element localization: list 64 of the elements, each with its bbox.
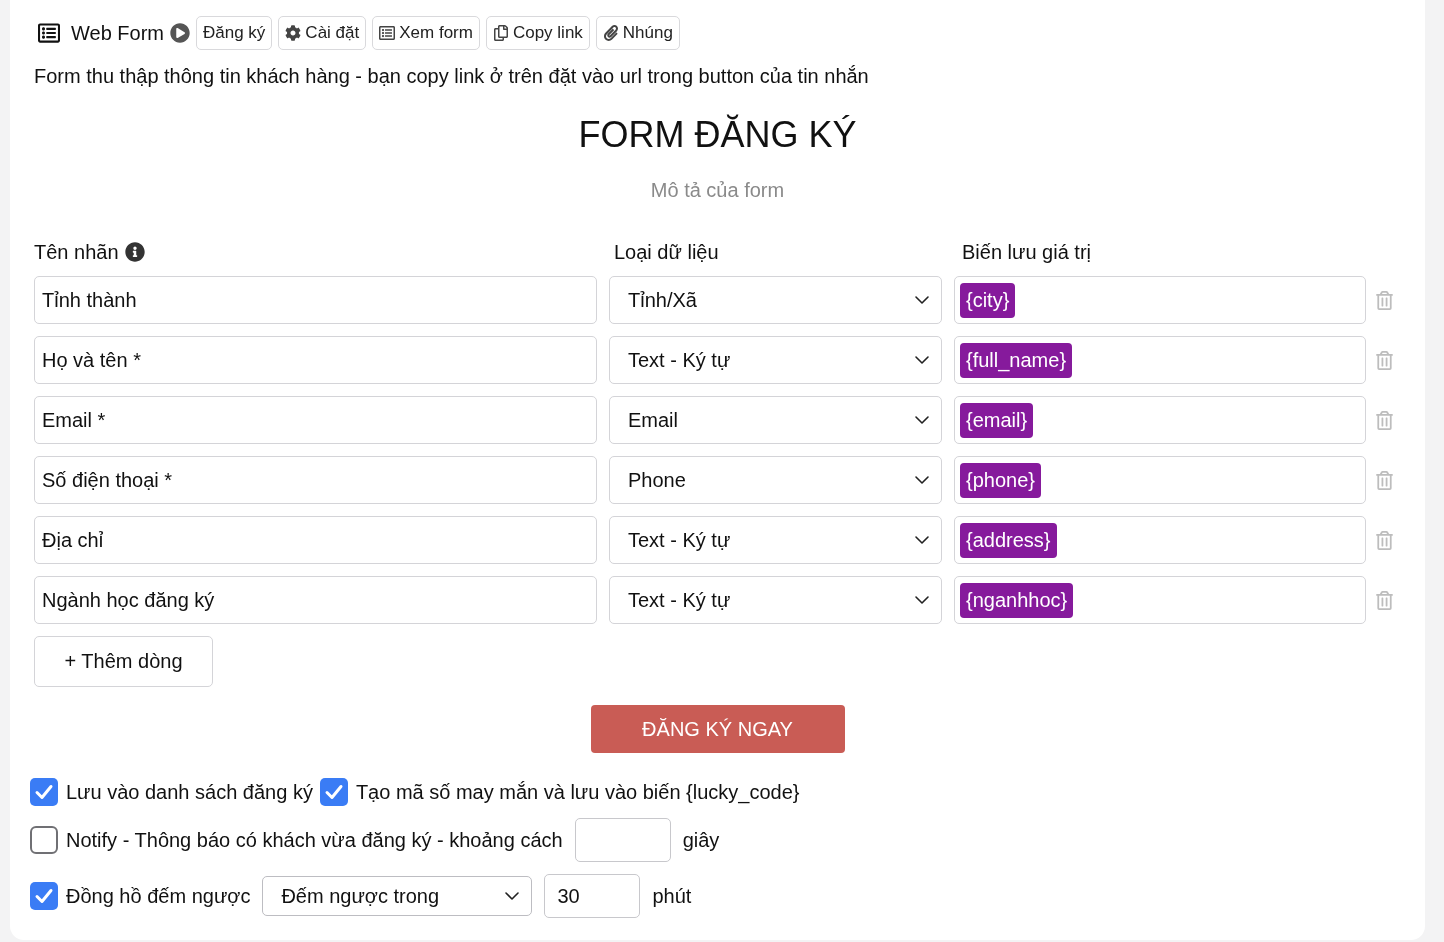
type-select[interactable]: Tỉnh/Xã: [609, 276, 942, 324]
toolbar-button[interactable]: Copy link: [485, 16, 590, 50]
countdown-select[interactable]: Đếm ngược trong: [262, 876, 533, 916]
variable-tag: {phone}: [960, 462, 1041, 498]
checkbox-label[interactable]: Lưu vào danh sách đăng ký: [66, 780, 313, 804]
label-input[interactable]: Họ và tên *: [34, 336, 597, 384]
variable-tag: {nganhhoc}: [960, 582, 1074, 618]
toolbar-button[interactable]: Đăng ký: [196, 16, 273, 50]
form-subtitle: Mô tả của form: [649, 178, 786, 202]
variable-field[interactable]: {city}: [954, 276, 1366, 324]
toolbar-button[interactable]: Xem form: [372, 16, 480, 50]
play-icon[interactable]: [170, 23, 190, 43]
type-select[interactable]: Email: [609, 396, 942, 444]
column-header: Tên nhãn: [34, 240, 119, 264]
toolbar-button[interactable]: Cài đặt: [278, 16, 367, 50]
form-description: Form thu thập thông tin khách hàng - bạn copy link ở trên đặt vào url trong button của tin nhắn: [34, 64, 870, 88]
register-button[interactable]: ĐĂNG KÝ NGAY: [590, 705, 845, 753]
checkbox[interactable]: [319, 778, 348, 806]
variable-field[interactable]: {phone}: [954, 456, 1366, 504]
copy-icon: [492, 25, 509, 41]
type-select[interactable]: Text - Ký tự: [609, 576, 942, 624]
label-input[interactable]: Số điện thoại *: [34, 456, 597, 504]
type-select[interactable]: Text - Ký tự: [609, 336, 942, 384]
trash-icon[interactable]: [1375, 470, 1394, 490]
label-input[interactable]: Ngành học đăng ký: [34, 576, 597, 624]
label-input[interactable]: Email *: [34, 396, 597, 444]
type-select[interactable]: Phone: [609, 456, 942, 504]
add-row-button[interactable]: + Thêm dòng: [34, 636, 213, 687]
unit-label: phút: [652, 884, 692, 908]
number-input[interactable]: [574, 818, 671, 862]
variable-field[interactable]: {address}: [954, 516, 1366, 564]
trash-icon[interactable]: [1375, 590, 1394, 610]
trash-icon[interactable]: [1375, 350, 1394, 370]
variable-tag: {address}: [960, 522, 1057, 558]
column-header: Loại dữ liệu: [614, 240, 719, 264]
gear-icon: [285, 25, 302, 41]
trash-icon[interactable]: [1375, 530, 1394, 550]
info-icon[interactable]: [124, 242, 145, 262]
checkbox[interactable]: [30, 882, 58, 910]
trash-icon[interactable]: [1375, 290, 1394, 310]
paperclip-icon: [602, 25, 619, 41]
type-select[interactable]: Text - Ký tự: [609, 516, 942, 564]
column-header: Biến lưu giá trị: [962, 240, 1091, 264]
toolbar-button[interactable]: Nhúng: [595, 16, 680, 50]
variable-tag: {city}: [960, 282, 1016, 318]
form-title: FORM ĐĂNG KÝ: [577, 113, 858, 157]
label-input[interactable]: Tỉnh thành: [34, 276, 597, 324]
variable-tag: {email}: [960, 402, 1034, 438]
checkbox-label[interactable]: Notify - Thông báo có khách vừa đăng ký - khoảng cách: [66, 828, 563, 852]
checkbox-label[interactable]: Đồng hồ đếm ngược: [66, 884, 251, 908]
checkbox-label[interactable]: Tạo mã số may mắn và lưu vào biến {lucky_code}: [355, 780, 800, 804]
form-icon: [38, 22, 60, 44]
variable-field[interactable]: {nganhhoc}: [954, 576, 1366, 624]
variable-field[interactable]: {full_name}: [954, 336, 1366, 384]
variable-tag: {full_name}: [960, 342, 1073, 378]
unit-label: giây: [682, 828, 720, 852]
variable-field[interactable]: {email}: [954, 396, 1366, 444]
trash-icon[interactable]: [1375, 410, 1394, 430]
number-input[interactable]: 30: [544, 874, 641, 918]
checkbox[interactable]: [30, 778, 58, 806]
form-icon: [379, 25, 396, 41]
checkbox[interactable]: [30, 826, 58, 854]
label-input[interactable]: Địa chỉ: [34, 516, 597, 564]
page-title: Web Form: [71, 21, 164, 45]
